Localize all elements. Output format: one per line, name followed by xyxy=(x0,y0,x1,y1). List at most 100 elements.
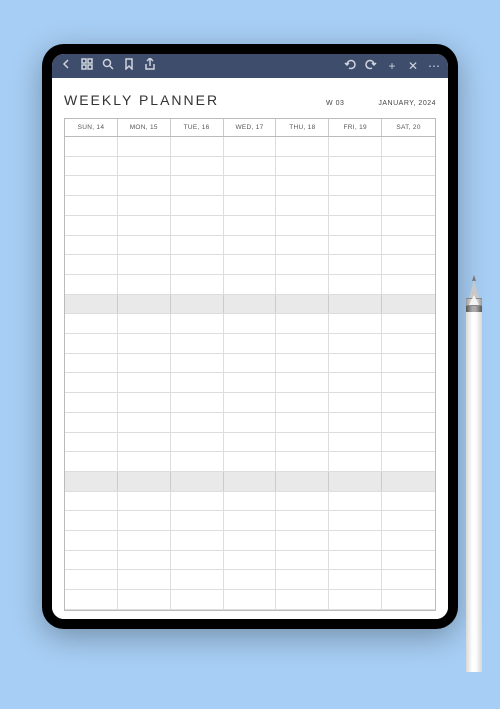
planner-row[interactable] xyxy=(65,492,435,512)
planner-cell[interactable] xyxy=(382,373,435,392)
planner-cell[interactable] xyxy=(65,472,118,491)
planner-cell[interactable] xyxy=(224,196,277,215)
planner-cell[interactable] xyxy=(118,373,171,392)
planner-cell[interactable] xyxy=(382,511,435,530)
planner-cell[interactable] xyxy=(65,433,118,452)
planner-row[interactable] xyxy=(65,196,435,216)
planner-cell[interactable] xyxy=(382,393,435,412)
planner-cell[interactable] xyxy=(224,354,277,373)
planner-row[interactable] xyxy=(65,551,435,571)
planner-cell[interactable] xyxy=(276,551,329,570)
planner-cell[interactable] xyxy=(382,216,435,235)
planner-cell[interactable] xyxy=(65,590,118,609)
planner-cell[interactable] xyxy=(329,590,382,609)
planner-cell[interactable] xyxy=(224,393,277,412)
planner-cell[interactable] xyxy=(382,176,435,195)
planner-cell[interactable] xyxy=(65,373,118,392)
planner-row[interactable] xyxy=(65,433,435,453)
planner-cell[interactable] xyxy=(382,314,435,333)
planner-cell[interactable] xyxy=(171,433,224,452)
planner-cell[interactable] xyxy=(118,334,171,353)
planner-cell[interactable] xyxy=(171,492,224,511)
planner-cell[interactable] xyxy=(171,314,224,333)
planner-cell[interactable] xyxy=(276,373,329,392)
planner-cell[interactable] xyxy=(171,196,224,215)
planner-cell[interactable] xyxy=(382,137,435,156)
planner-cell[interactable] xyxy=(224,334,277,353)
planner-cell[interactable] xyxy=(276,531,329,550)
planner-cell[interactable] xyxy=(382,551,435,570)
planner-cell[interactable] xyxy=(329,176,382,195)
planner-cell[interactable] xyxy=(224,157,277,176)
planner-cell[interactable] xyxy=(65,176,118,195)
planner-cell[interactable] xyxy=(171,216,224,235)
planner-cell[interactable] xyxy=(171,255,224,274)
planner-cell[interactable] xyxy=(276,295,329,314)
planner-cell[interactable] xyxy=(65,236,118,255)
planner-cell[interactable] xyxy=(171,472,224,491)
planner-cell[interactable] xyxy=(65,137,118,156)
planner-cell[interactable] xyxy=(329,492,382,511)
planner-cell[interactable] xyxy=(65,275,118,294)
planner-cell[interactable] xyxy=(224,551,277,570)
planner-cell[interactable] xyxy=(276,176,329,195)
planner-row[interactable] xyxy=(65,176,435,196)
planner-cell[interactable] xyxy=(224,314,277,333)
search-icon[interactable] xyxy=(102,57,114,75)
planner-cell[interactable] xyxy=(382,433,435,452)
planner-cell[interactable] xyxy=(276,452,329,471)
undo-icon[interactable] xyxy=(344,57,356,75)
planner-cell[interactable] xyxy=(382,590,435,609)
planner-cell[interactable] xyxy=(276,196,329,215)
planner-cell[interactable] xyxy=(118,196,171,215)
planner-cell[interactable] xyxy=(224,433,277,452)
planner-cell[interactable] xyxy=(65,531,118,550)
planner-cell[interactable] xyxy=(171,236,224,255)
bookmark-icon[interactable] xyxy=(123,57,135,75)
planner-cell[interactable] xyxy=(276,590,329,609)
planner-cell[interactable] xyxy=(224,492,277,511)
planner-cell[interactable] xyxy=(171,511,224,530)
planner-cell[interactable] xyxy=(171,531,224,550)
planner-cell[interactable] xyxy=(382,531,435,550)
planner-cell[interactable] xyxy=(171,275,224,294)
planner-cell[interactable] xyxy=(276,334,329,353)
planner-cell[interactable] xyxy=(118,157,171,176)
planner-cell[interactable] xyxy=(382,570,435,589)
planner-cell[interactable] xyxy=(118,314,171,333)
planner-cell[interactable] xyxy=(171,413,224,432)
planner-cell[interactable] xyxy=(224,176,277,195)
planner-row[interactable] xyxy=(65,216,435,236)
planner-cell[interactable] xyxy=(276,236,329,255)
planner-cell[interactable] xyxy=(171,590,224,609)
planner-cell[interactable] xyxy=(171,373,224,392)
planner-cell[interactable] xyxy=(65,393,118,412)
planner-cell[interactable] xyxy=(65,216,118,235)
planner-cell[interactable] xyxy=(65,570,118,589)
planner-cell[interactable] xyxy=(118,354,171,373)
planner-rows[interactable] xyxy=(65,137,435,610)
planner-row[interactable] xyxy=(65,157,435,177)
planner-cell[interactable] xyxy=(171,570,224,589)
planner-cell[interactable] xyxy=(382,413,435,432)
planner-cell[interactable] xyxy=(224,590,277,609)
planner-cell[interactable] xyxy=(65,492,118,511)
share-icon[interactable] xyxy=(144,57,156,75)
planner-cell[interactable] xyxy=(171,551,224,570)
planner-cell[interactable] xyxy=(118,413,171,432)
planner-cell[interactable] xyxy=(65,354,118,373)
planner-cell[interactable] xyxy=(65,157,118,176)
planner-cell[interactable] xyxy=(382,275,435,294)
planner-cell[interactable] xyxy=(224,295,277,314)
planner-row[interactable] xyxy=(65,590,435,610)
planner-cell[interactable] xyxy=(276,511,329,530)
planner-cell[interactable] xyxy=(329,137,382,156)
planner-cell[interactable] xyxy=(329,373,382,392)
planner-cell[interactable] xyxy=(276,255,329,274)
planner-cell[interactable] xyxy=(276,492,329,511)
planner-row[interactable] xyxy=(65,314,435,334)
planner-cell[interactable] xyxy=(224,472,277,491)
planner-cell[interactable] xyxy=(329,413,382,432)
planner-cell[interactable] xyxy=(65,511,118,530)
planner-cell[interactable] xyxy=(118,295,171,314)
